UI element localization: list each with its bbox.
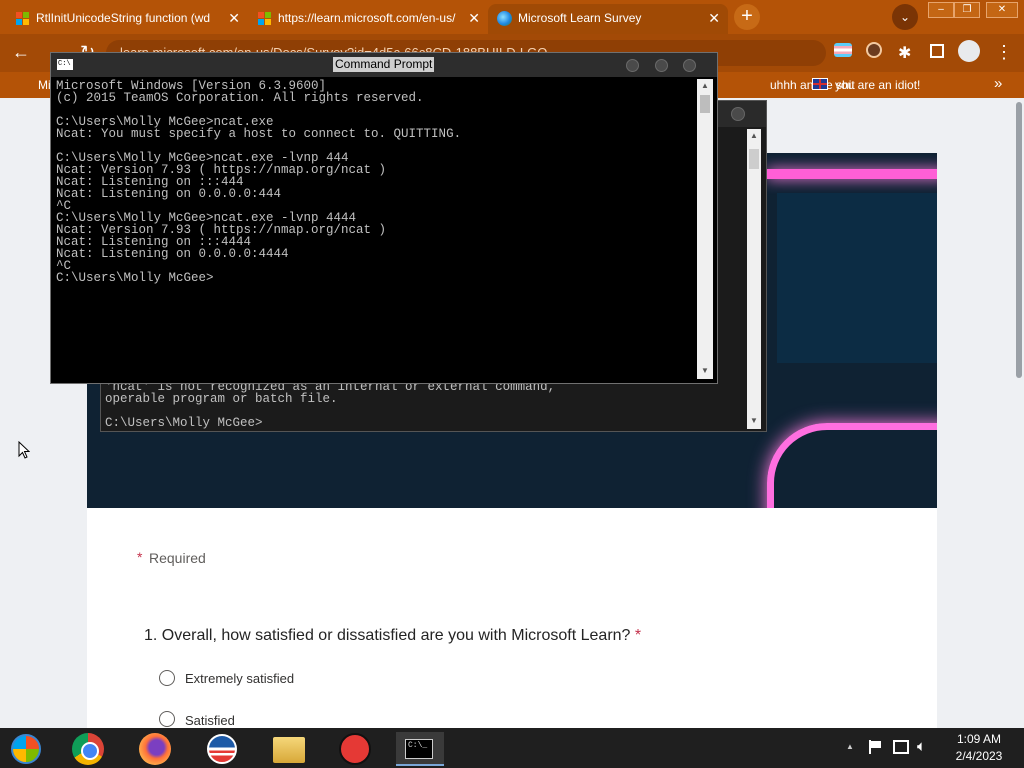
maximize-button[interactable]: ❐	[954, 2, 980, 18]
action-center-flag-icon[interactable]	[868, 740, 882, 754]
new-tab-button[interactable]: +	[734, 4, 760, 30]
console-window-front[interactable]: C:\ Command Prompt Microsoft Windows [Ve…	[50, 52, 718, 384]
taskbar-clock[interactable]: 1:09 AM 2/4/2023	[946, 731, 1012, 765]
scroll-up-arrow-icon[interactable]: ▲	[747, 131, 761, 140]
tray-overflow-button[interactable]: ▲	[846, 742, 854, 751]
console-scrollbar[interactable]: ▲ ▼	[697, 79, 713, 379]
clock-date: 2/4/2023	[955, 749, 1003, 763]
window-close-button[interactable]: ✕	[986, 2, 1018, 18]
tab-label: Microsoft Learn Survey	[518, 11, 642, 25]
network-icon[interactable]	[893, 740, 909, 754]
clock-time: 1:09 AM	[956, 732, 1002, 746]
console-titlebar[interactable]: C:\ Command Prompt	[51, 53, 717, 77]
console-back-output: 'ncat' is not recognized as an internal …	[105, 380, 556, 430]
tab-label: RtlInitUnicodeString function (wd	[36, 11, 211, 25]
required-label: Required	[149, 550, 206, 566]
tab-microsoft-learn-survey[interactable]: Microsoft Learn Survey ✕	[488, 4, 728, 34]
side-panel-icon[interactable]	[930, 44, 944, 58]
bookmarks-overflow-button[interactable]: »	[994, 75, 1002, 92]
option-label-extremely-satisfied[interactable]: Extremely satisfied	[185, 671, 294, 686]
survey-form: * Required 1. Overall, how satisfied or …	[87, 508, 937, 728]
mouse-cursor-icon	[18, 441, 30, 459]
console-maximize-button[interactable]	[655, 59, 668, 72]
neon-rounded-shape	[767, 423, 937, 508]
question-title: 1. Overall, how satisfied or dissatisfie…	[144, 627, 642, 644]
microsoft-logo-icon	[258, 12, 272, 26]
tab-search-button[interactable]: ⌄	[892, 4, 918, 30]
back-arrow-icon[interactable]: ←	[12, 42, 30, 63]
console-scroll-thumb[interactable]	[700, 95, 710, 113]
close-icon[interactable]: ✕	[708, 4, 720, 32]
globe-icon	[497, 11, 512, 26]
taskbar-file-explorer[interactable]	[266, 732, 310, 766]
neon-line-top	[767, 169, 937, 179]
console-close-button[interactable]	[683, 59, 696, 72]
browser-tab-strip: RtlInitUnicodeString function (wd ✕ http…	[0, 0, 1024, 34]
extension-flag-icon[interactable]	[834, 43, 852, 57]
tab-rtlinitunicodestring[interactable]: RtlInitUnicodeString function (wd ✕	[6, 4, 248, 34]
folder-icon	[273, 737, 305, 763]
taskbar-command-prompt[interactable]: C:\_	[396, 732, 444, 766]
required-star: *	[137, 549, 143, 565]
close-icon[interactable]: ✕	[468, 4, 480, 32]
scroll-down-arrow-icon[interactable]: ▼	[698, 366, 712, 375]
menu-kebab-icon[interactable]: ⋮	[995, 42, 1013, 63]
campaign-logo-icon	[207, 734, 237, 764]
console-back-close-button[interactable]	[731, 107, 745, 121]
banner-dark-panel	[777, 193, 937, 363]
question-required-star: *	[634, 627, 642, 644]
tab-learn-microsoft[interactable]: https://learn.microsoft.com/en-us/ ✕	[248, 4, 488, 34]
firefox-icon	[139, 733, 171, 765]
windows-taskbar: C:\_ ▲ 🔈︎	[0, 728, 1024, 768]
volume-icon[interactable]: 🔈︎	[917, 738, 926, 755]
console-back-scroll-thumb[interactable]	[749, 149, 759, 169]
tab-label: https://learn.microsoft.com/en-us/	[278, 11, 456, 25]
console-app-icon: C:\	[57, 59, 73, 70]
scroll-up-arrow-icon[interactable]: ▲	[698, 81, 712, 90]
option-label-satisfied[interactable]: Satisfied	[185, 713, 235, 728]
console-back-scrollbar[interactable]: ▲ ▼	[747, 129, 761, 429]
console-output: Microsoft Windows [Version 6.3.9600] (c)…	[56, 79, 462, 285]
radio-satisfied[interactable]	[159, 711, 175, 727]
console-title: Command Prompt	[333, 57, 435, 72]
radio-extremely-satisfied[interactable]	[159, 670, 175, 686]
taskbar-obama-logo[interactable]	[200, 732, 244, 766]
bookmark-item-idiot[interactable]: you are an idiot!	[835, 78, 920, 92]
taskbar-firefox[interactable]	[133, 732, 177, 766]
profile-avatar-icon[interactable]	[958, 40, 980, 62]
windows-orb-icon	[11, 734, 41, 764]
bookmark-item-partial[interactable]: Mi	[38, 78, 51, 92]
extension-avatar-icon[interactable]	[866, 42, 882, 58]
red-dragon-icon	[339, 733, 371, 765]
console-minimize-button[interactable]	[626, 59, 639, 72]
taskbar-red-app[interactable]	[333, 732, 377, 766]
page-scrollbar-thumb[interactable]	[1016, 102, 1022, 378]
microsoft-logo-icon	[16, 12, 30, 26]
command-prompt-icon: C:\_	[405, 739, 433, 759]
start-button[interactable]	[4, 732, 48, 766]
close-icon[interactable]: ✕	[228, 4, 240, 32]
chrome-center-icon	[81, 742, 99, 760]
extensions-puzzle-icon[interactable]: ✱	[898, 43, 911, 63]
uk-flag-icon	[812, 78, 828, 90]
taskbar-chrome[interactable]	[66, 732, 110, 766]
scroll-down-arrow-icon[interactable]: ▼	[747, 416, 761, 425]
minimize-button[interactable]: –	[928, 2, 954, 18]
